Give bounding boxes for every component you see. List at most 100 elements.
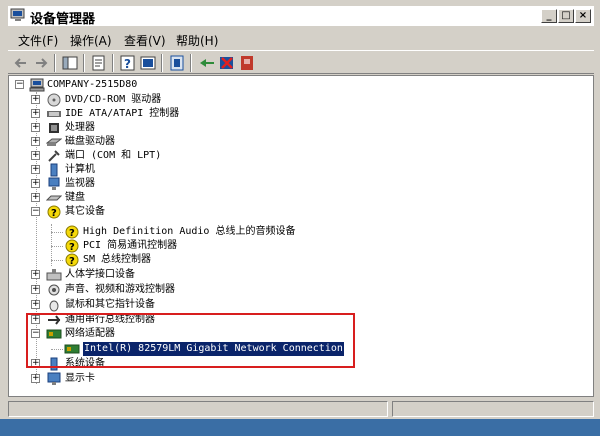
tree-item-other-devices[interactable]: − ? 其它设备 (28, 205, 328, 219)
tree-item-label: 磁盘驱动器 (65, 136, 115, 147)
tree-item-display-adapters[interactable]: + 显示卡 (28, 372, 328, 386)
tree-item-dvd[interactable]: + DVD/CD-ROM 驱动器 (28, 93, 328, 107)
toolbar-separator (190, 54, 192, 72)
tree-item-label: 监视器 (65, 178, 95, 189)
mouse-icon (49, 300, 59, 312)
tree-item-label: 计算机 (65, 164, 95, 175)
dvd-drive-icon (47, 93, 61, 107)
expand-icon[interactable]: + (31, 270, 40, 279)
toolbar-separator (54, 54, 56, 72)
tree-item-ide[interactable]: + IDE ATA/ATAPI 控制器 (28, 107, 328, 121)
toolbar-separator (161, 54, 163, 72)
svg-text:?: ? (69, 242, 75, 253)
tree-root-label: COMPANY-2515D80 (47, 79, 138, 90)
tree-item-hid[interactable]: + 人体学接口设备 (28, 268, 328, 282)
menu-help[interactable]: 帮助(H) (176, 32, 218, 49)
minimize-button[interactable]: _ (541, 9, 557, 23)
help-icon[interactable]: ? (119, 54, 137, 72)
computer-icon (29, 78, 45, 92)
maximize-button[interactable]: □ (558, 9, 574, 23)
print-icon[interactable] (168, 54, 186, 72)
tree-item-monitor[interactable]: + 监视器 (28, 177, 328, 191)
tree-item-label: IDE ATA/ATAPI 控制器 (65, 108, 180, 119)
tree-item-ports[interactable]: + 端口 (COM 和 LPT) (28, 149, 328, 163)
title-bar[interactable]: 设备管理器 _ □ × (8, 6, 594, 27)
menu-view[interactable]: 查看(V) (124, 32, 166, 49)
tree-item-pci-comm[interactable]: ? PCI 简易通讯控制器 (64, 239, 384, 253)
collapse-icon[interactable]: − (15, 80, 24, 89)
forward-icon[interactable] (32, 54, 50, 72)
red-highlight-box (26, 313, 355, 368)
uninstall-device-icon[interactable] (238, 54, 256, 72)
toolbar-separator (112, 54, 114, 72)
collapse-icon[interactable]: − (31, 207, 40, 216)
expand-icon[interactable]: + (31, 137, 40, 146)
svg-text:?: ? (69, 256, 75, 267)
tree-root[interactable]: − COMPANY-2515D80 (13, 78, 313, 92)
tree-item-label: 其它设备 (65, 206, 105, 217)
show-hide-tree-icon[interactable] (61, 54, 79, 72)
warning-icon: ? (65, 225, 79, 239)
tree-item-label: High Definition Audio 总线上的音频设备 (83, 226, 296, 237)
port-icon (48, 150, 60, 162)
expand-icon[interactable]: + (31, 109, 40, 118)
device-manager-icon (10, 8, 25, 21)
disable-device-icon[interactable] (218, 54, 236, 72)
computer-icon (50, 163, 58, 177)
tree-item-mouse[interactable]: + 鼠标和其它指针设备 (28, 298, 328, 312)
warning-icon: ? (65, 253, 79, 267)
tree-item-computer[interactable]: + 计算机 (28, 163, 328, 177)
toolbar-separator (83, 54, 85, 72)
tree-item-label: 处理器 (65, 122, 95, 133)
menu-file[interactable]: 文件(F) (18, 32, 58, 49)
svg-text:?: ? (69, 228, 75, 239)
status-pane (392, 401, 594, 417)
tree-line (51, 246, 63, 247)
tree-item-sound[interactable]: + 声音、视频和游戏控制器 (28, 283, 328, 297)
tree-item-label: PCI 简易通讯控制器 (83, 240, 178, 251)
sound-icon (48, 284, 60, 296)
expand-icon[interactable]: + (31, 123, 40, 132)
disk-drive-icon (46, 138, 62, 146)
back-icon[interactable] (12, 54, 30, 72)
refresh-icon[interactable] (139, 54, 157, 72)
tree-item-label: 鼠标和其它指针设备 (65, 299, 155, 310)
properties-icon[interactable] (90, 54, 108, 72)
device-manager-window: 设备管理器 _ □ × 文件(F) 操作(A) 查看(V) 帮助(H) ? − … (0, 0, 600, 436)
toolbar: ? (8, 50, 594, 74)
expand-icon[interactable]: + (31, 151, 40, 160)
tree-item-label: 键盘 (65, 192, 85, 203)
desktop-background (0, 419, 600, 436)
keyboard-icon (46, 195, 62, 201)
expand-icon[interactable]: + (31, 165, 40, 174)
tree-line (51, 260, 63, 261)
expand-icon[interactable]: + (31, 193, 40, 202)
window-title: 设备管理器 (30, 12, 96, 27)
tree-item-label: 端口 (COM 和 LPT) (65, 150, 162, 161)
monitor-icon (48, 177, 60, 190)
tree-item-disk[interactable]: + 磁盘驱动器 (28, 135, 328, 149)
tree-item-hd-audio[interactable]: ? High Definition Audio 总线上的音频设备 (64, 225, 384, 239)
expand-icon[interactable]: + (31, 285, 40, 294)
tree-item-sm-bus[interactable]: ? SM 总线控制器 (64, 253, 384, 267)
status-bar (8, 399, 594, 419)
ide-controller-icon (47, 111, 61, 117)
expand-icon[interactable]: + (31, 374, 40, 383)
unknown-device-icon: ? (47, 205, 61, 219)
scan-hardware-icon[interactable] (198, 54, 216, 72)
svg-text:?: ? (51, 208, 57, 219)
tree-item-keyboard[interactable]: + 键盘 (28, 191, 328, 205)
expand-icon[interactable]: + (31, 95, 40, 104)
tree-item-processor[interactable]: + 处理器 (28, 121, 328, 135)
expand-icon[interactable]: + (31, 179, 40, 188)
tree-line (51, 232, 63, 233)
tree-item-label: 显示卡 (65, 373, 95, 384)
menu-bar: 文件(F) 操作(A) 查看(V) 帮助(H) (8, 29, 594, 49)
tree-item-label: 声音、视频和游戏控制器 (65, 284, 175, 295)
display-adapter-icon (47, 372, 61, 385)
close-button[interactable]: × (575, 9, 591, 23)
tree-item-label: 人体学接口设备 (65, 269, 135, 280)
processor-icon (49, 123, 59, 133)
expand-icon[interactable]: + (31, 300, 40, 309)
menu-action[interactable]: 操作(A) (70, 32, 112, 49)
